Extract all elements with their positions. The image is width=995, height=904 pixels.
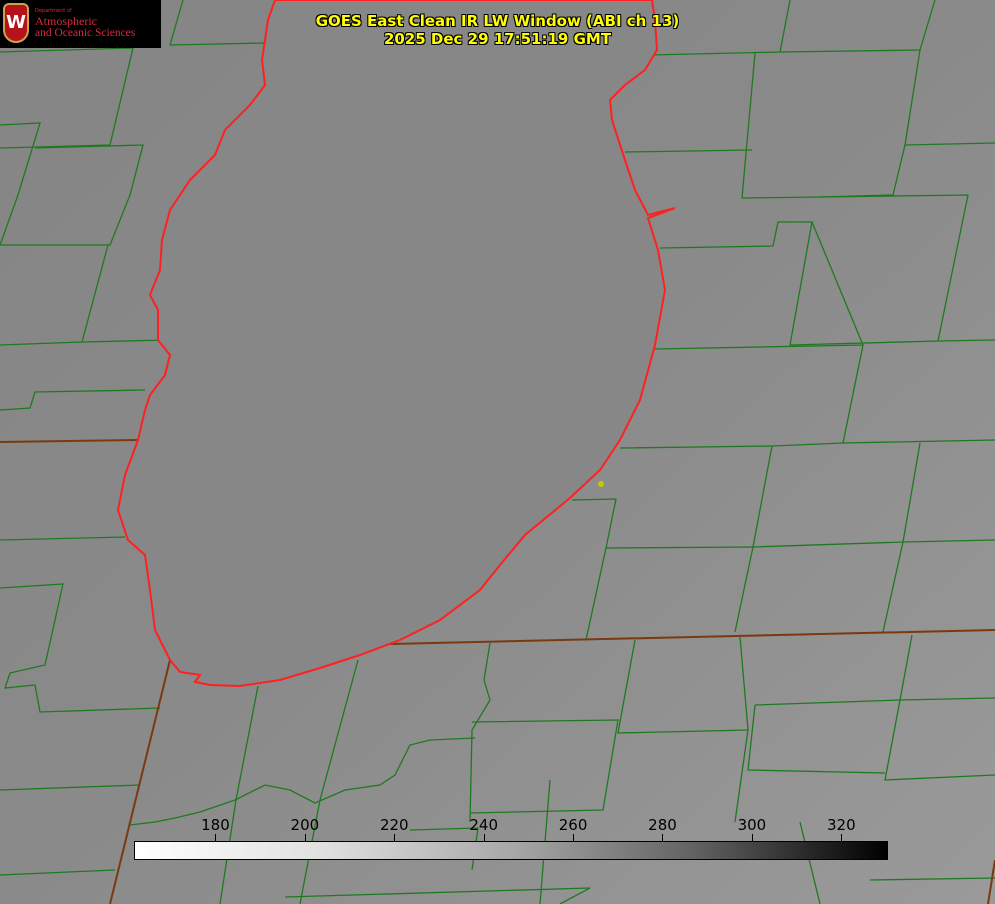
colorbar-tick-mark bbox=[215, 834, 217, 841]
colorbar-tick-label: 280 bbox=[648, 816, 677, 834]
image-timestamp: 2025 Dec 29 17:51:19 GMT bbox=[383, 30, 612, 48]
colorbar-tick-mark bbox=[394, 834, 396, 841]
colorbar bbox=[134, 841, 888, 860]
colorbar-tick-label: 260 bbox=[558, 816, 588, 834]
location-marker bbox=[598, 481, 604, 487]
colorbar-tick-mark bbox=[841, 834, 843, 841]
colorbar-tick-label: 220 bbox=[379, 816, 409, 834]
colorbar-tick-label: 300 bbox=[737, 816, 767, 834]
satellite-map bbox=[0, 0, 995, 904]
colorbar-tick-label: 200 bbox=[290, 816, 320, 834]
image-title: GOES East Clean IR LW Window (ABI ch 13) bbox=[315, 12, 680, 30]
satellite-image-viewer: W Department of Atmospheric and Oceanic … bbox=[0, 0, 995, 904]
colorbar-tick-mark bbox=[662, 834, 664, 841]
colorbar-tick-mark bbox=[304, 834, 306, 841]
colorbar-tick-label: 320 bbox=[826, 816, 856, 834]
colorbar-tick-mark bbox=[483, 834, 485, 841]
colorbar-tick-label: 180 bbox=[201, 816, 230, 834]
colorbar-tick-mark bbox=[751, 834, 753, 841]
colorbar-tick-mark bbox=[573, 834, 575, 841]
colorbar-tick-label: 240 bbox=[469, 816, 498, 834]
